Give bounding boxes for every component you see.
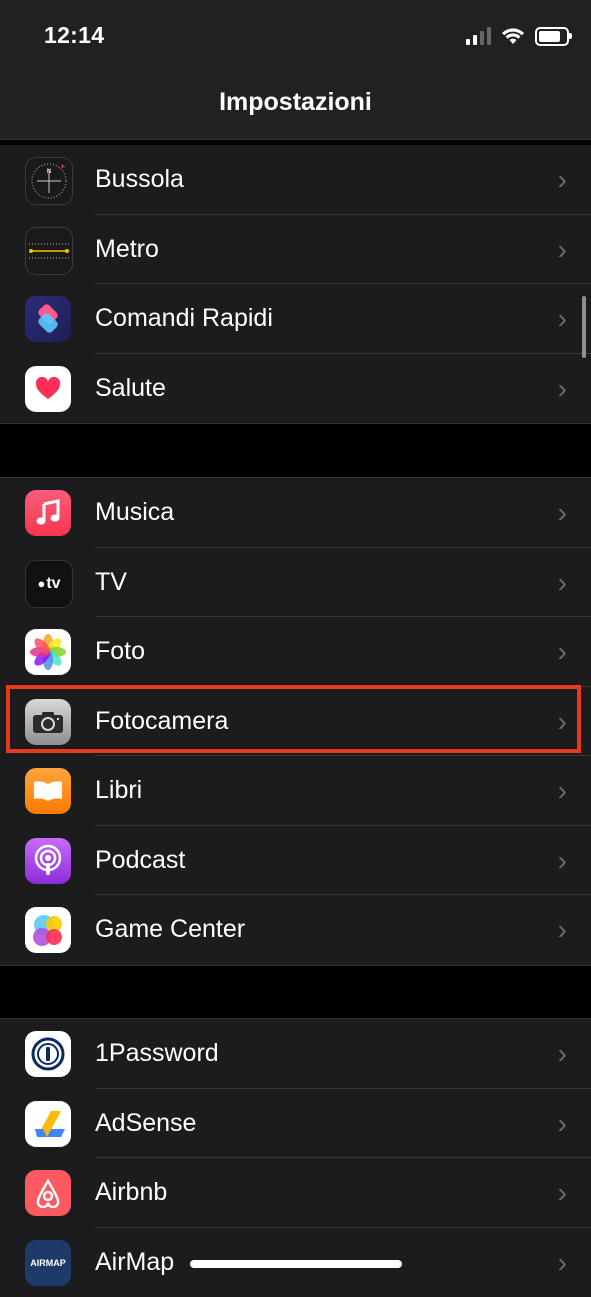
podcast-icon xyxy=(25,838,71,884)
chevron-right-icon: › xyxy=(558,145,567,214)
airbnb-icon xyxy=(25,1170,71,1216)
chevron-right-icon: › xyxy=(558,1019,567,1088)
battery-icon xyxy=(535,27,569,46)
chevron-right-icon: › xyxy=(558,478,567,547)
book-icon xyxy=(25,768,71,814)
settings-row-airbnb[interactable]: Airbnb › xyxy=(0,1158,591,1228)
settings-row-libri[interactable]: Libri › xyxy=(0,756,591,826)
photos-flower-icon xyxy=(25,629,71,675)
row-label: 1Password xyxy=(95,1019,219,1088)
row-label: Airbnb xyxy=(95,1158,167,1227)
settings-row-foto[interactable]: Foto › xyxy=(0,617,591,687)
1password-icon xyxy=(25,1031,71,1077)
settings-group-apps: N Bussola › Metro › Comandi Rapidi xyxy=(0,145,591,424)
ruler-icon xyxy=(25,227,73,275)
home-indicator[interactable] xyxy=(190,1260,402,1268)
settings-row-comandi-rapidi[interactable]: Comandi Rapidi › xyxy=(0,284,591,354)
settings-row-1password[interactable]: 1Password › xyxy=(0,1019,591,1089)
settings-row-game-center[interactable]: Game Center › xyxy=(0,895,591,965)
status-time: 12:14 xyxy=(44,22,104,49)
row-label: AirMap xyxy=(95,1228,174,1297)
chevron-right-icon: › xyxy=(558,756,567,825)
compass-icon: N xyxy=(25,157,73,205)
chevron-right-icon: › xyxy=(558,354,567,423)
settings-row-adsense[interactable]: AdSense › xyxy=(0,1089,591,1159)
settings-row-metro[interactable]: Metro › xyxy=(0,215,591,285)
scroll-indicator[interactable] xyxy=(582,296,586,358)
chevron-right-icon: › xyxy=(558,215,567,284)
row-label: Metro xyxy=(95,215,159,284)
row-label: Bussola xyxy=(95,145,184,214)
page-title: Impostazioni xyxy=(0,88,591,117)
adsense-icon xyxy=(25,1101,71,1147)
health-heart-icon xyxy=(25,366,71,412)
chevron-right-icon: › xyxy=(558,1089,567,1158)
row-label: Comandi Rapidi xyxy=(95,284,273,353)
settings-row-musica[interactable]: Musica › xyxy=(0,478,591,548)
row-label: TV xyxy=(95,548,127,617)
highlight-box xyxy=(6,685,581,753)
row-label: Salute xyxy=(95,354,166,423)
chevron-right-icon: › xyxy=(558,895,567,964)
settings-row-bussola[interactable]: N Bussola › xyxy=(0,145,591,215)
apple-tv-icon-text: tv xyxy=(46,575,60,593)
navigation-bar: 12:14 Impostazioni xyxy=(0,0,591,140)
airmap-icon: AIRMAP xyxy=(25,1240,71,1286)
chevron-right-icon: › xyxy=(558,826,567,895)
settings-group-third-party: 1Password › AdSense › Airbnb › AIRMAP Ai… xyxy=(0,1018,591,1297)
row-label: Foto xyxy=(95,617,145,686)
row-label: AdSense xyxy=(95,1089,196,1158)
wifi-icon xyxy=(501,27,525,45)
music-note-icon xyxy=(25,490,71,536)
settings-row-salute[interactable]: Salute › xyxy=(0,354,591,424)
game-center-icon xyxy=(25,907,71,953)
settings-row-podcast[interactable]: Podcast › xyxy=(0,826,591,896)
chevron-right-icon: › xyxy=(558,284,567,353)
status-icons xyxy=(466,24,569,48)
settings-row-tv[interactable]: ●tv TV › xyxy=(0,548,591,618)
svg-text:N: N xyxy=(47,168,52,175)
airmap-icon-text: AIRMAP xyxy=(30,1258,66,1268)
row-label: Musica xyxy=(95,478,174,547)
chevron-right-icon: › xyxy=(558,548,567,617)
row-label: Podcast xyxy=(95,826,185,895)
apple-tv-icon: ●tv xyxy=(25,560,73,608)
cellular-signal-icon xyxy=(466,27,491,45)
chevron-right-icon: › xyxy=(558,1158,567,1227)
row-label: Game Center xyxy=(95,895,245,964)
chevron-right-icon: › xyxy=(558,617,567,686)
shortcuts-icon xyxy=(25,296,71,342)
row-label: Libri xyxy=(95,756,142,825)
chevron-right-icon: › xyxy=(558,1228,567,1297)
